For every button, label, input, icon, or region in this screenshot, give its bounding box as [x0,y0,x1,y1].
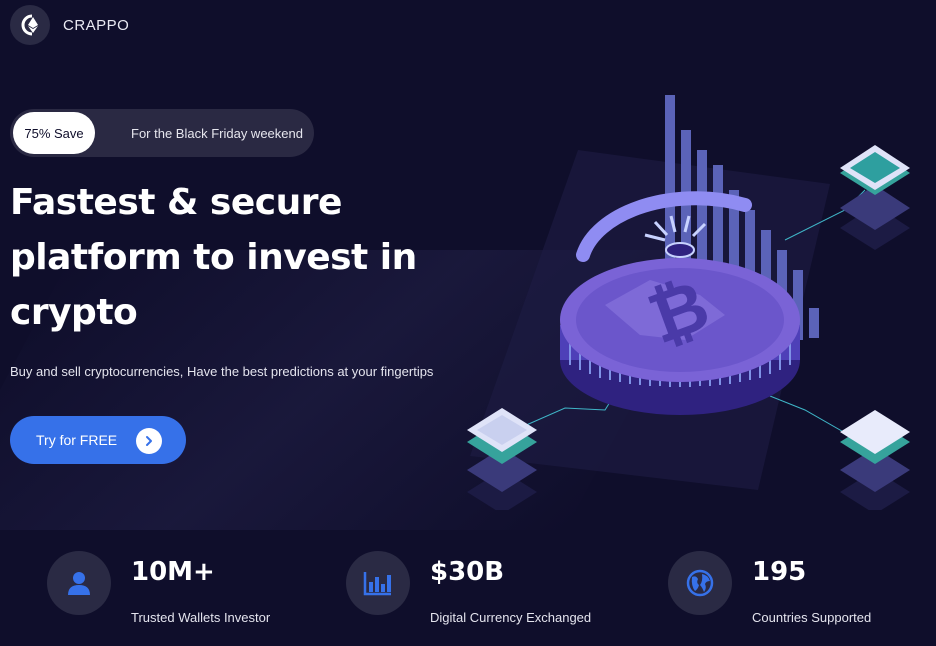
brand-name: CRAPPO [63,16,130,34]
stat-countries: 195 Countries Supported [668,551,871,625]
try-free-button[interactable]: Try for FREE [10,416,186,464]
stat-value: 195 [752,557,807,587]
chevron-right-icon [136,428,162,454]
stat-exchanged: $30B Digital Currency Exchanged [346,551,591,625]
promo-banner: 75% Save For the Black Friday weekend [10,109,314,157]
promo-text: For the Black Friday weekend [131,125,303,141]
user-icon [47,551,111,615]
stat-label: Trusted Wallets Investor [131,610,271,625]
try-free-label: Try for FREE [36,432,118,448]
globe-icon [668,551,732,615]
stat-value: $30B [430,557,505,587]
stat-value: 10M+ [131,557,215,587]
hero-subtitle: Buy and sell cryptocurrencies, Have the … [10,364,434,379]
bitcoin-coin-illustration: ₿ [467,95,910,510]
hero-headline: Fastest & secure platform to invest in c… [10,182,417,333]
ethereum-icon [10,5,50,45]
stat-wallets: 10M+ Trusted Wallets Investor [47,551,270,625]
stat-label: Countries Supported [752,610,872,625]
brand-logo[interactable]: CRAPPO [10,5,129,45]
bar-chart-icon [346,551,410,615]
stat-label: Digital Currency Exchanged [430,610,592,625]
promo-badge: 75% Save [13,112,95,154]
